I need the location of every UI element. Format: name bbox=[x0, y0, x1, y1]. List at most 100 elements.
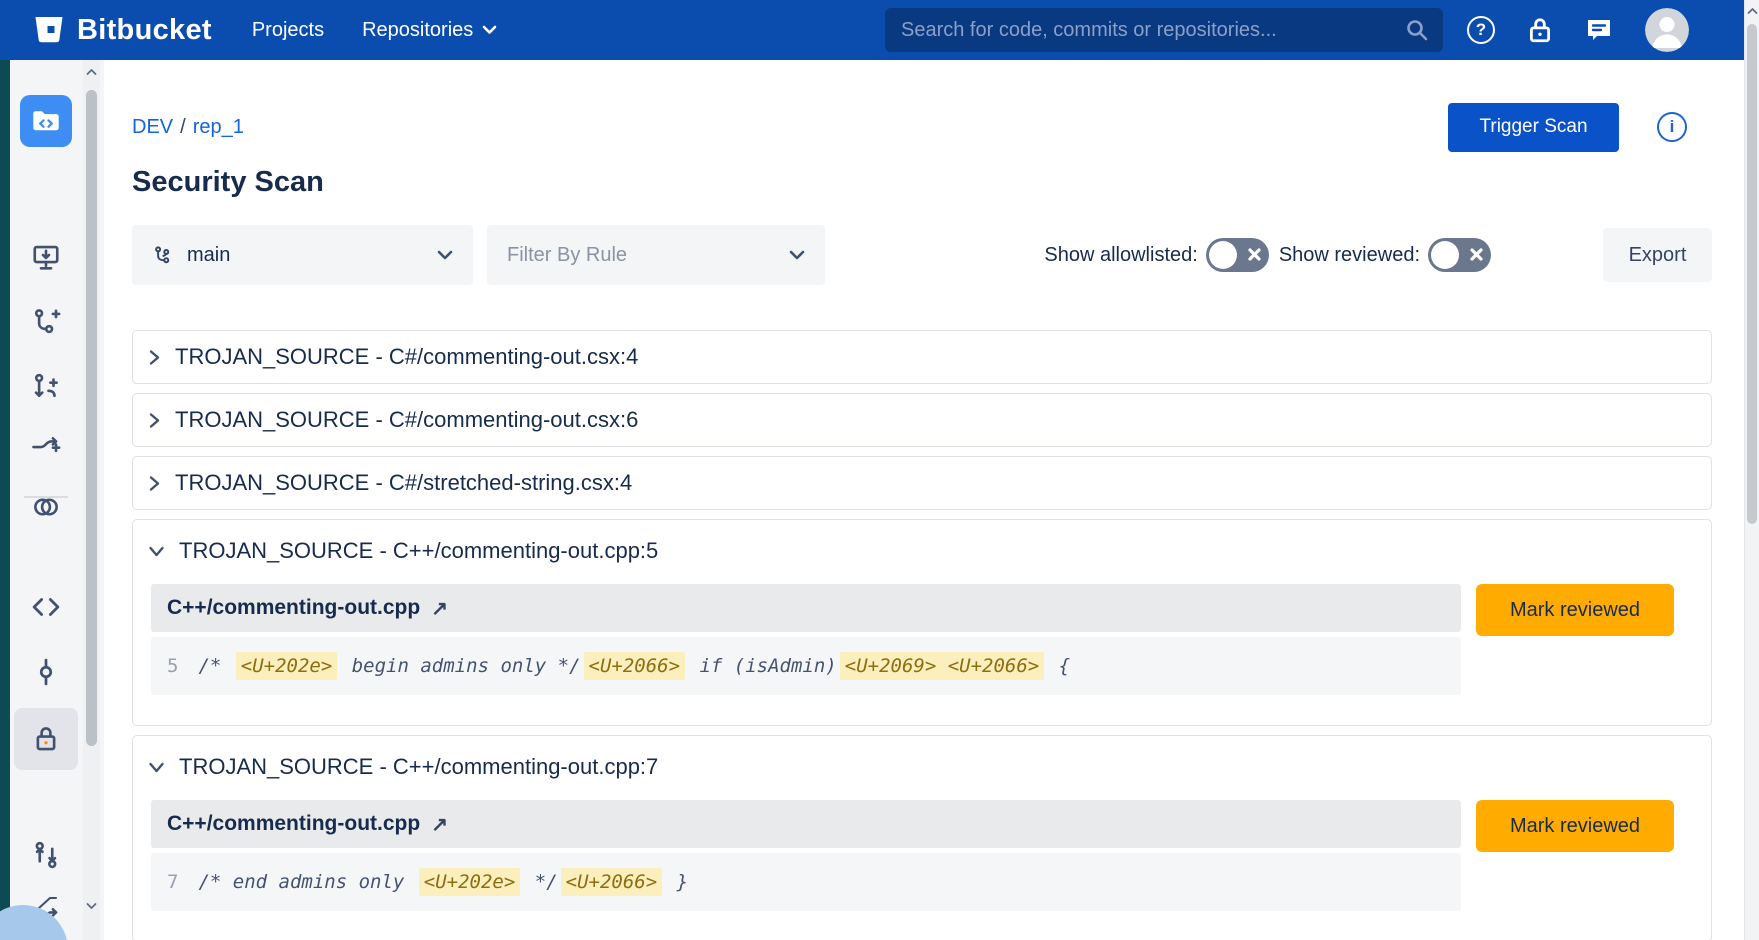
main-content: DEV / rep_1 Trigger Scan i Security Scan… bbox=[104, 60, 1744, 940]
rule-filter-select[interactable]: Filter By Rule bbox=[487, 225, 825, 285]
show-allowlisted-toggle[interactable] bbox=[1206, 238, 1269, 272]
bidi-char-token: <U+2069> <U+2066> bbox=[840, 652, 1044, 680]
file-path: C++/commenting-out.cpp bbox=[167, 596, 420, 620]
finding-row-expanded: TROJAN_SOURCE - C++/commenting-out.cpp:7… bbox=[132, 735, 1712, 940]
pull-requests-icon[interactable] bbox=[31, 840, 61, 870]
mark-reviewed-button[interactable]: Mark reviewed bbox=[1476, 584, 1674, 636]
sidebar-scroll-thumb[interactable] bbox=[86, 90, 97, 746]
window-scrollbar[interactable] bbox=[1744, 0, 1759, 940]
sidebar-divider bbox=[24, 496, 68, 498]
toggle-knob bbox=[1431, 241, 1459, 269]
chevron-down-icon bbox=[437, 250, 453, 261]
scroll-up-icon[interactable] bbox=[1747, 7, 1758, 15]
finding-detail: C++/commenting-out.cpp ↗ 7 /* end admins… bbox=[151, 800, 1711, 911]
finding-row[interactable]: TROJAN_SOURCE - C#/stretched-string.csx:… bbox=[132, 456, 1712, 510]
sidebar-item-repository[interactable] bbox=[20, 95, 72, 147]
scroll-up-icon[interactable] bbox=[86, 68, 97, 76]
brand-name: Bitbucket bbox=[77, 14, 212, 47]
finding-row-expanded: TROJAN_SOURCE - C++/commenting-out.cpp:5… bbox=[132, 519, 1712, 726]
export-button[interactable]: Export bbox=[1603, 228, 1712, 282]
commits-icon[interactable] bbox=[31, 657, 61, 687]
scroll-down-icon[interactable] bbox=[86, 902, 97, 910]
code-text: } bbox=[665, 871, 688, 893]
sidebar-item-security-scan[interactable] bbox=[14, 708, 78, 770]
toggle-off-x-icon bbox=[1248, 248, 1261, 261]
line-number: 7 bbox=[167, 871, 178, 893]
nav-repositories-label: Repositories bbox=[362, 19, 473, 42]
navbar-icon-group: ? bbox=[1467, 0, 1689, 60]
page-actions: Trigger Scan i bbox=[1448, 103, 1687, 152]
finding-title: TROJAN_SOURCE - C#/stretched-string.csx:… bbox=[175, 470, 632, 496]
action-column: Mark reviewed bbox=[1476, 800, 1674, 852]
chevron-right-icon bbox=[148, 412, 161, 429]
page-title: Security Scan bbox=[132, 166, 1712, 199]
chevron-down-icon bbox=[789, 250, 805, 261]
create-pull-request-icon[interactable] bbox=[31, 372, 61, 402]
branch-icon bbox=[152, 245, 173, 266]
lock-icon[interactable] bbox=[1527, 16, 1553, 44]
breadcrumb-separator: / bbox=[180, 116, 186, 139]
action-column: Mark reviewed bbox=[1476, 584, 1674, 636]
code-text: { bbox=[1047, 655, 1070, 677]
nav-repositories[interactable]: Repositories bbox=[362, 19, 497, 42]
repository-folder-icon bbox=[31, 107, 61, 135]
help-icon[interactable]: ? bbox=[1467, 16, 1495, 44]
code-text: /* end admins only bbox=[198, 871, 415, 893]
create-branch-icon[interactable] bbox=[31, 307, 61, 337]
code-text: begin admins only */ bbox=[340, 655, 580, 677]
security-scan-icon bbox=[31, 724, 61, 754]
nav-projects[interactable]: Projects bbox=[252, 19, 324, 42]
finding-title: TROJAN_SOURCE - C#/commenting-out.csx:4 bbox=[175, 344, 638, 370]
code-text: if (isAdmin) bbox=[688, 655, 837, 677]
finding-header[interactable]: TROJAN_SOURCE - C++/commenting-out.cpp:5 bbox=[133, 520, 1711, 564]
code-column: C++/commenting-out.cpp ↗ 7 /* end admins… bbox=[151, 800, 1461, 911]
finding-row[interactable]: TROJAN_SOURCE - C#/commenting-out.csx:6 bbox=[132, 393, 1712, 447]
finding-row[interactable]: TROJAN_SOURCE - C#/commenting-out.csx:4 bbox=[132, 330, 1712, 384]
line-number: 5 bbox=[167, 655, 178, 677]
toggle-knob bbox=[1209, 241, 1237, 269]
bidi-char-token: <U+2066> bbox=[584, 652, 686, 680]
window-scroll-thumb[interactable] bbox=[1747, 24, 1757, 524]
show-reviewed-label: Show reviewed: bbox=[1279, 244, 1420, 267]
file-path: C++/commenting-out.cpp bbox=[167, 812, 420, 836]
rule-filter-placeholder: Filter By Rule bbox=[507, 244, 627, 267]
code-column: C++/commenting-out.cpp ↗ 5 /* <U+202e> b… bbox=[151, 584, 1461, 695]
finding-header[interactable]: TROJAN_SOURCE - C++/commenting-out.cpp:7 bbox=[133, 736, 1711, 780]
code-line: /* <U+202e> begin admins only */<U+2066>… bbox=[198, 655, 1070, 677]
feedback-icon[interactable] bbox=[1585, 17, 1613, 43]
search-box bbox=[885, 8, 1443, 52]
page-topbar: DEV / rep_1 Trigger Scan i bbox=[132, 102, 1712, 152]
file-path-bar: C++/commenting-out.cpp ↗ bbox=[151, 584, 1461, 632]
sidebar-scrollbar[interactable] bbox=[83, 60, 100, 940]
show-allowlisted-label: Show allowlisted: bbox=[1044, 244, 1197, 267]
chevron-right-icon bbox=[148, 475, 161, 492]
search-icon[interactable] bbox=[1405, 18, 1429, 42]
chevron-right-icon bbox=[148, 349, 161, 366]
trigger-scan-button[interactable]: Trigger Scan bbox=[1448, 103, 1619, 152]
breadcrumb-project-link[interactable]: DEV bbox=[132, 116, 173, 139]
bidi-char-token: <U+202e> bbox=[419, 868, 521, 896]
finding-title: TROJAN_SOURCE - C++/commenting-out.cpp:5 bbox=[179, 538, 658, 564]
source-code-icon[interactable] bbox=[31, 592, 61, 622]
toggle-off-x-icon bbox=[1470, 248, 1483, 261]
mark-reviewed-button[interactable]: Mark reviewed bbox=[1476, 800, 1674, 852]
avatar[interactable] bbox=[1645, 8, 1689, 52]
code-snippet: 5 /* <U+202e> begin admins only */<U+206… bbox=[151, 637, 1461, 695]
branch-select-value: main bbox=[187, 244, 230, 267]
breadcrumb-repo-link[interactable]: rep_1 bbox=[193, 116, 244, 139]
chevron-down-icon bbox=[148, 545, 165, 558]
user-silhouette-icon bbox=[1645, 8, 1689, 52]
left-sidebar bbox=[0, 60, 104, 940]
code-line: /* end admins only <U+202e> */<U+2066> } bbox=[198, 871, 688, 893]
show-reviewed-toggle[interactable] bbox=[1428, 238, 1491, 272]
external-link-icon[interactable]: ↗ bbox=[431, 596, 448, 621]
finding-title: TROJAN_SOURCE - C++/commenting-out.cpp:7 bbox=[179, 754, 658, 780]
branch-select[interactable]: main bbox=[132, 225, 473, 285]
search-input[interactable] bbox=[885, 8, 1443, 52]
add-fork-icon[interactable] bbox=[31, 432, 61, 462]
info-icon[interactable]: i bbox=[1657, 112, 1687, 142]
file-path-bar: C++/commenting-out.cpp ↗ bbox=[151, 800, 1461, 848]
bitbucket-logo[interactable]: Bitbucket bbox=[34, 14, 212, 47]
clone-icon[interactable] bbox=[31, 242, 61, 272]
external-link-icon[interactable]: ↗ bbox=[431, 812, 448, 837]
